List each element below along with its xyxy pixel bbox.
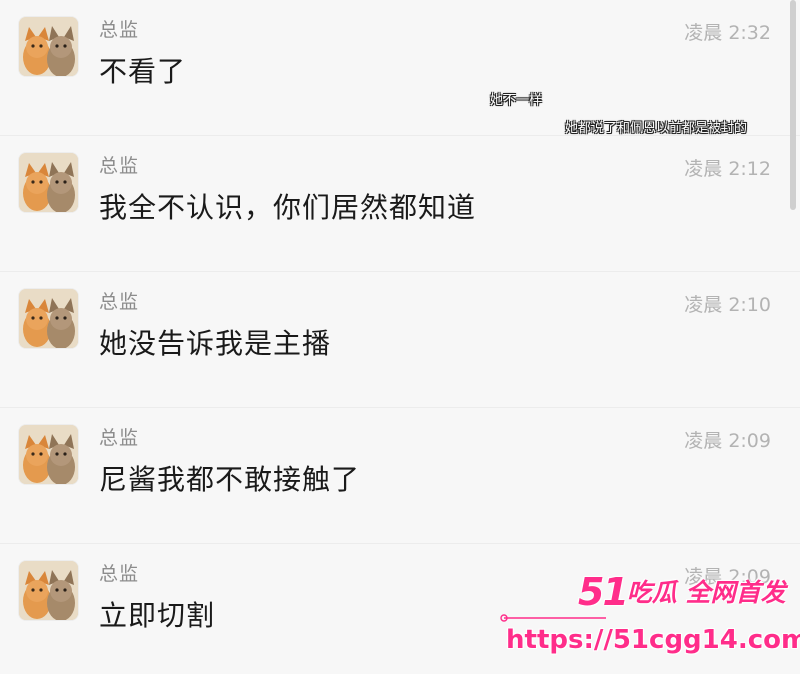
watermark-url: https://51cgg14.com (506, 625, 800, 655)
message-item[interactable]: 总监 凌晨 2:10 她没告诉我是主播 (0, 272, 800, 408)
cat-photo-avatar-icon (19, 153, 78, 212)
avatar[interactable] (19, 289, 78, 348)
avatar[interactable] (19, 17, 78, 76)
cat-photo-avatar-icon (19, 289, 78, 348)
message-text[interactable]: 尼酱我都不敢接触了 (99, 458, 360, 498)
sender-name: 总监 (99, 19, 140, 41)
message-item[interactable]: 总监 凌晨 2:32 不看了 (0, 0, 800, 136)
circuit-line-icon (500, 614, 606, 622)
watermark-brand-text: 吃瓜 全网首发 (626, 578, 786, 607)
message-text[interactable]: 不看了 (99, 50, 186, 90)
watermark-brand: 51吃瓜 全网首发 (578, 570, 786, 614)
cat-photo-avatar-icon (19, 561, 78, 620)
avatar[interactable] (19, 425, 78, 484)
avatar[interactable] (19, 561, 78, 620)
scrollbar[interactable] (790, 0, 796, 210)
cat-photo-avatar-icon (19, 17, 78, 76)
message-time: 凌晨 2:12 (684, 158, 771, 180)
message-text[interactable]: 我全不认识，你们居然都知道 (99, 186, 476, 226)
message-item[interactable]: 总监 凌晨 2:12 我全不认识，你们居然都知道 (0, 136, 800, 272)
sender-name: 总监 (99, 291, 140, 313)
message-time: 凌晨 2:09 (684, 430, 771, 452)
sender-name: 总监 (99, 563, 140, 585)
message-time: 凌晨 2:10 (684, 294, 771, 316)
watermark-brand-number: 51 (578, 570, 629, 614)
message-item[interactable]: 总监 凌晨 2:09 尼酱我都不敢接触了 (0, 408, 800, 544)
sender-name: 总监 (99, 427, 140, 449)
overlay-caption: 她不一样 (490, 93, 543, 108)
sender-name: 总监 (99, 155, 140, 177)
overlay-caption: 她都说了和佩恩以前都是被封的 (565, 121, 748, 136)
chat-screen: 总监 凌晨 2:32 不看了 总监 凌晨 2:12 我全不认识，你们居然都知道 … (0, 0, 800, 674)
message-text[interactable]: 立即切割 (99, 594, 215, 634)
watermark: 51吃瓜 全网首发 https://51cgg14.com (500, 570, 800, 674)
cat-photo-avatar-icon (19, 425, 78, 484)
avatar[interactable] (19, 153, 78, 212)
message-time: 凌晨 2:32 (684, 22, 771, 44)
message-text[interactable]: 她没告诉我是主播 (99, 322, 331, 362)
